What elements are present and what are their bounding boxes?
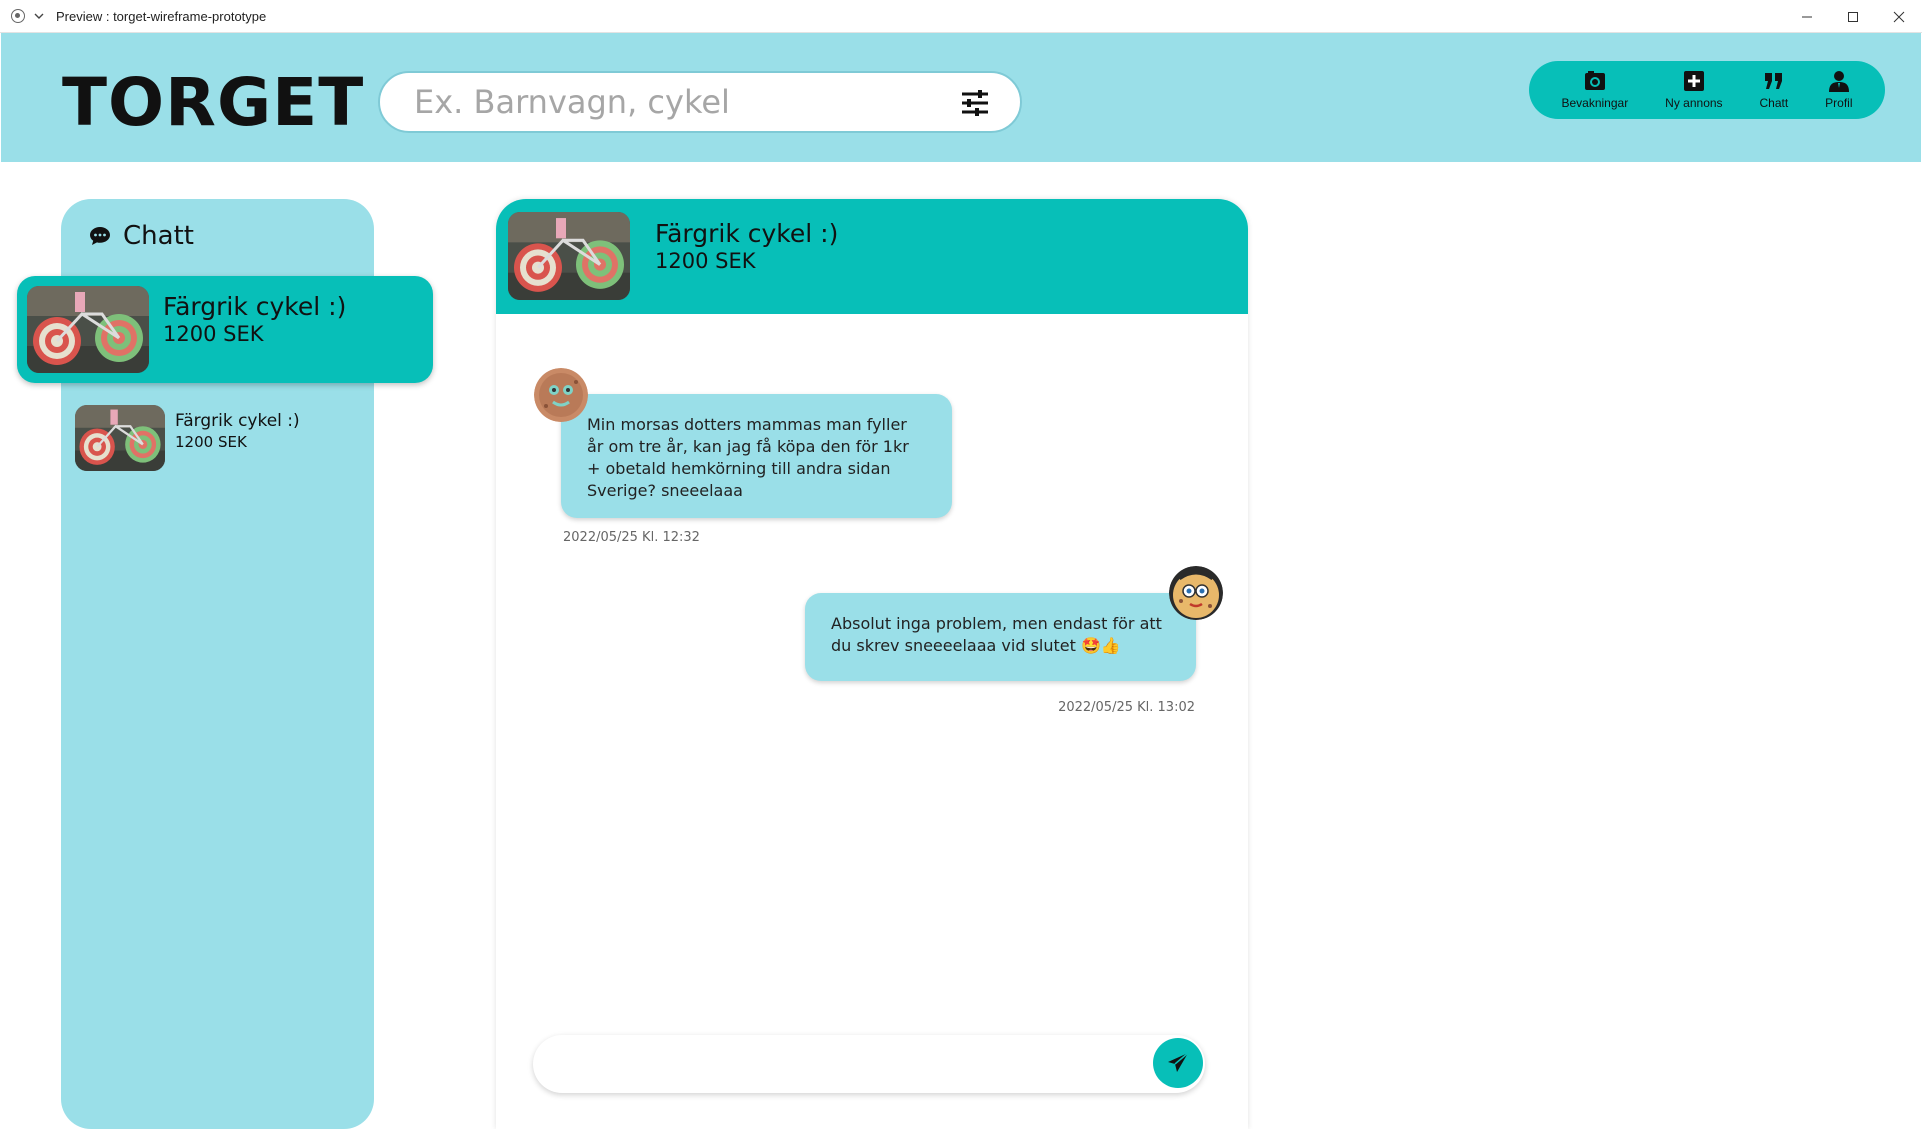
chat-panel: Färgrik cykel :) 1200 SEK Min morsas dot… — [496, 199, 1248, 1129]
logo[interactable]: TORGET — [62, 70, 364, 136]
avatar[interactable] — [1169, 566, 1223, 620]
nav-ny-annons[interactable]: Ny annons — [1659, 64, 1728, 116]
message-timestamp: 2022/05/25 Kl. 13:02 — [1058, 700, 1195, 715]
conversation-price: 1200 SEK — [163, 322, 264, 346]
listing-thumbnail — [75, 405, 165, 471]
sidebar-heading: Chatt — [89, 221, 194, 251]
conversation-title: Färgrik cykel :) — [163, 292, 347, 321]
minimize-icon — [1802, 16, 1812, 17]
sidebar-title: Chatt — [123, 221, 194, 251]
listing-thumbnail[interactable] — [508, 212, 630, 300]
nav-profil[interactable]: Profil — [1819, 64, 1858, 116]
cookie-avatar-icon — [534, 368, 588, 422]
message-input[interactable] — [557, 1045, 1117, 1083]
window-title: Preview : torget-wireframe-prototype — [56, 8, 267, 24]
paper-plane-icon — [1168, 1052, 1189, 1072]
chat-header: Färgrik cykel :) 1200 SEK — [496, 199, 1248, 314]
camera-icon — [1584, 71, 1605, 90]
maximize-button[interactable] — [1830, 0, 1876, 33]
bicycle-image — [27, 286, 149, 373]
nav-label: Bevakningar — [1561, 96, 1629, 110]
search-input[interactable] — [414, 81, 934, 123]
app-header: TORGET Bevakningar Ny a — [1, 33, 1921, 162]
conversation-price: 1200 SEK — [175, 433, 247, 451]
speech-bubble-icon — [90, 227, 110, 245]
close-icon — [1893, 11, 1905, 22]
bicycle-image — [75, 405, 165, 471]
plus-square-icon — [1683, 71, 1704, 91]
message-bubble-outgoing: Absolut inga problem, men endast för att… — [805, 593, 1196, 681]
minimize-button[interactable] — [1784, 0, 1830, 33]
send-button[interactable] — [1153, 1038, 1203, 1088]
message-composer — [533, 1035, 1205, 1093]
conversation-item[interactable]: Färgrik cykel :) 1200 SEK — [75, 405, 365, 471]
user-icon — [1828, 71, 1849, 92]
search-bar — [378, 71, 1022, 133]
avatar[interactable] — [534, 368, 588, 422]
window-controls — [1784, 0, 1922, 33]
filter-sliders-icon[interactable] — [960, 89, 990, 117]
message-timestamp: 2022/05/25 Kl. 12:32 — [563, 530, 700, 545]
nav-bevakningar[interactable]: Bevakningar — [1555, 64, 1634, 116]
main-nav: Bevakningar Ny annons Chatt Profil — [1529, 61, 1885, 119]
nav-chatt[interactable]: Chatt — [1754, 64, 1795, 116]
listing-thumbnail — [27, 286, 149, 373]
maximize-icon — [1848, 11, 1858, 22]
nav-label: Ny annons — [1665, 96, 1723, 110]
nav-label: Profil — [1825, 96, 1853, 110]
chevron-down-icon[interactable] — [34, 11, 44, 21]
window-titlebar: Preview : torget-wireframe-prototype — [0, 0, 1922, 33]
chat-listing-price: 1200 SEK — [655, 249, 756, 273]
conversation-item-active[interactable]: Färgrik cykel :) 1200 SEK — [17, 276, 433, 383]
bicycle-image — [508, 212, 630, 300]
chat-listing-title: Färgrik cykel :) — [655, 219, 839, 248]
conversation-title: Färgrik cykel :) — [175, 411, 300, 431]
app-icon[interactable] — [11, 9, 25, 23]
message-bubble-incoming: Min morsas dotters mammas man fyller år … — [561, 394, 952, 518]
nav-label: Chatt — [1759, 96, 1789, 110]
quote-icon — [1764, 73, 1782, 89]
cookie-avatar-icon — [1169, 566, 1223, 620]
close-window-button[interactable] — [1876, 0, 1922, 33]
